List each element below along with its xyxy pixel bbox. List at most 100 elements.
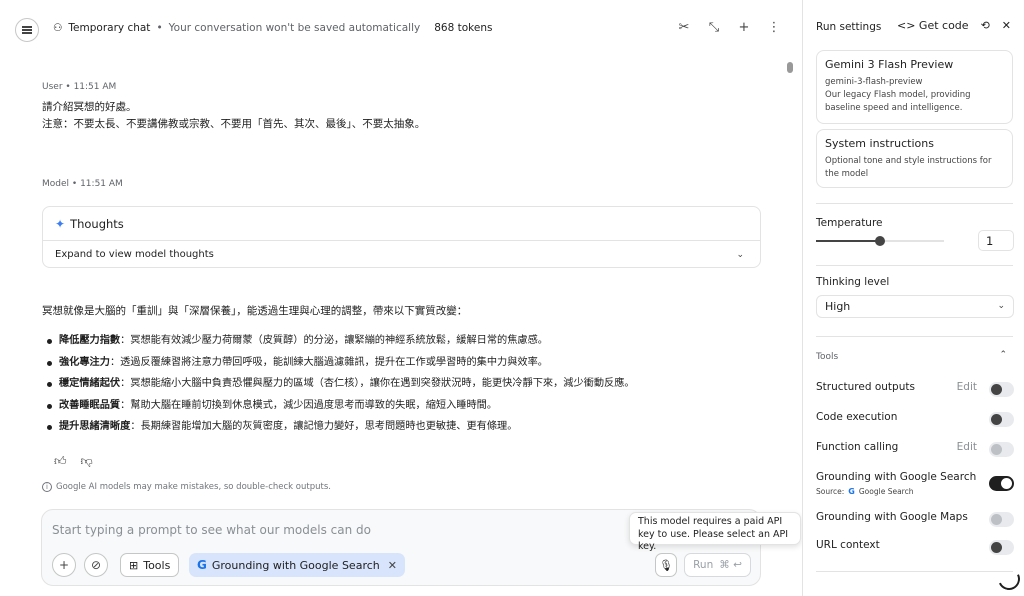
code-execution-toggle[interactable] xyxy=(989,412,1014,427)
temporary-chat-icon: ⚇ xyxy=(53,22,63,34)
tool-structured-outputs: Structured outputs Edit xyxy=(816,381,1014,397)
edit-structured-outputs-button[interactable]: Edit xyxy=(957,381,977,393)
tools-label: Tools xyxy=(143,558,171,572)
answer-list: 降低壓力指數：冥想能有效減少壓力荷爾蒙（皮質醇）的分泌，讓緊繃的神經系統放鬆，緩… xyxy=(47,330,635,438)
thinking-level-select[interactable]: High ⌄ xyxy=(816,295,1014,318)
google-logo-icon: G xyxy=(848,487,855,496)
temperature-slider-fill xyxy=(816,240,880,242)
new-chat-icon[interactable]: + xyxy=(736,20,752,35)
grounding-chip-label: Grounding with Google Search xyxy=(211,558,380,572)
more-options-icon[interactable]: ⋮ xyxy=(766,20,782,35)
tools-button[interactable]: ⊞ Tools xyxy=(120,553,180,577)
disclaimer: i Google AI models may make mistakes, so… xyxy=(42,482,331,492)
user-message-line: 請介紹冥想的好處。 xyxy=(42,101,137,113)
model-id: gemini-3-flash-preview xyxy=(825,77,923,87)
microphone-icon: 🎙︎ xyxy=(659,558,673,572)
source-label: Source: xyxy=(816,487,845,496)
chat-header: ⚇ Temporary chat • Your conversation won… xyxy=(0,0,790,58)
api-key-tooltip: This model requires a paid API key to us… xyxy=(629,512,801,552)
info-icon: i xyxy=(42,482,52,492)
grounding-maps-toggle[interactable] xyxy=(989,512,1014,527)
chevron-down-icon: ⌄ xyxy=(736,249,744,260)
system-instructions-title: System instructions xyxy=(825,137,934,150)
list-item-heading: 改善睡眠品質 xyxy=(59,399,121,411)
list-item: 穩定情緒起伏：冥想能縮小大腦中負責恐懼與壓力的區域（杏仁核），讓你在遇到突發狀況… xyxy=(47,373,635,395)
tool-label: Code execution xyxy=(816,411,898,423)
tune-icon: ⊘ xyxy=(90,558,102,572)
model-name: Gemini 3 Flash Preview xyxy=(825,58,954,71)
model-message-meta: Model • 11:51 AM xyxy=(42,179,123,189)
grounding-chip[interactable]: G Grounding with Google Search ✕ xyxy=(189,553,405,577)
answer-intro: 冥想就像是大腦的「重訓」與「深層保養」，能透過生理與心理的調整，帶來以下實質改變… xyxy=(42,305,468,317)
temperature-input[interactable]: 1 xyxy=(978,230,1014,251)
thumbs-down-icon[interactable]: 👎︎ xyxy=(81,454,93,469)
list-item-text: ：長期練習能增加大腦的灰質密度，讓記憶力變好，思考問題時也更敏捷、更有條理。 xyxy=(130,421,518,433)
collapse-icon[interactable]: ⤡ xyxy=(706,20,722,35)
tool-label: Function calling xyxy=(816,441,899,453)
system-instructions-card[interactable]: System instructions Optional tone and st… xyxy=(816,129,1013,188)
edit-function-calling-button[interactable]: Edit xyxy=(957,441,977,453)
expand-thoughts-button[interactable]: Expand to view model thoughts ⌄ xyxy=(43,241,760,268)
close-panel-icon[interactable]: ✕ xyxy=(1002,19,1011,32)
thumbs-up-icon[interactable]: 👍︎ xyxy=(54,454,67,469)
list-item: 改善睡眠品質：幫助大腦在睡前切換到休息模式，減少因過度思考而導致的失眠，縮短入睡… xyxy=(47,395,635,417)
grounding-search-toggle[interactable] xyxy=(989,476,1014,491)
disclaimer-text: Google AI models may make mistakes, so d… xyxy=(56,482,331,492)
tool-label: URL context xyxy=(816,539,880,551)
url-context-toggle[interactable] xyxy=(989,540,1014,555)
tools-grid-icon: ⊞ xyxy=(129,558,139,572)
reset-icon[interactable]: ⟲ xyxy=(981,19,990,32)
thoughts-header: ✦ Thoughts xyxy=(43,207,760,241)
list-item-text: ：透過反覆練習將注意力帶回呼吸，能訓練大腦過濾雜訊，提升在工作或學習時的集中力與… xyxy=(109,356,548,368)
user-message-line: 注意：不要太長、不要講佛教或宗教、不要用「首先、其次、最後」、不要太抽象。 xyxy=(42,118,426,130)
divider xyxy=(816,265,1013,266)
settings-toggle-button[interactable]: ⊘ xyxy=(84,553,108,577)
list-item-text: ：冥想能縮小大腦中負責恐懼與壓力的區域（杏仁核），讓你在遇到突發狀況時，能更快冷… xyxy=(120,378,635,390)
run-button[interactable]: Run ⌘ ↩ xyxy=(684,553,751,577)
get-code-button[interactable]: <> Get code xyxy=(897,19,969,32)
divider xyxy=(816,203,1013,204)
microphone-button[interactable]: 🎙︎ xyxy=(655,553,677,577)
panel-actions: <> Get code ⟲ ✕ xyxy=(897,19,1011,32)
tool-grounding-maps: Grounding with Google Maps xyxy=(816,511,1014,527)
chat-title-bar: ⚇ Temporary chat • Your conversation won… xyxy=(53,22,492,34)
chevron-up-icon[interactable]: ⌃ xyxy=(999,350,1007,360)
list-item: 降低壓力指數：冥想能有效減少壓力荷爾蒙（皮質醇）的分泌，讓緊繃的神經系統放鬆，緩… xyxy=(47,330,635,352)
add-media-button[interactable]: + xyxy=(52,553,76,577)
run-settings-panel: Run settings <> Get code ⟲ ✕ Gemini 3 Fl… xyxy=(802,0,1024,596)
run-shortcut: ⌘ ↩ xyxy=(719,559,742,571)
function-calling-toggle[interactable] xyxy=(989,442,1014,457)
model-selector-card[interactable]: Gemini 3 Flash Preview gemini-3-flash-pr… xyxy=(816,50,1013,124)
divider xyxy=(816,336,1013,337)
google-logo-icon: G xyxy=(197,558,207,572)
user-message-meta: User • 11:51 AM xyxy=(42,82,117,92)
user-message: 請介紹冥想的好處。 注意：不要太長、不要講佛教或宗教、不要用「首先、其次、最後」… xyxy=(42,99,425,133)
chat-subtitle: Your conversation won't be saved automat… xyxy=(168,22,421,34)
close-icon[interactable]: ✕ xyxy=(388,559,397,572)
plus-circle-icon: + xyxy=(58,558,70,572)
list-item-heading: 穩定情緒起伏 xyxy=(59,378,121,390)
tool-code-execution: Code execution xyxy=(816,411,1014,427)
chat-scrollbar[interactable] xyxy=(787,62,793,73)
list-item-text: ：冥想能有效減少壓力荷爾蒙（皮質醇）的分泌，讓緊繃的神經系統放鬆，緩解日常的焦慮… xyxy=(120,335,548,346)
run-label: Run xyxy=(693,559,714,571)
separator-dot: • xyxy=(156,22,163,34)
tools-section-label: Tools xyxy=(816,352,839,362)
list-item: 提升思緒清晰度：長期練習能增加大腦的灰質密度，讓記憶力變好，思考問題時也更敏捷、… xyxy=(47,416,635,438)
expand-thoughts-label: Expand to view model thoughts xyxy=(55,249,214,260)
menu-icon[interactable] xyxy=(15,18,39,42)
list-item: 強化專注力：透過反覆練習將注意力帶回呼吸，能訓練大腦過濾雜訊，提升在工作或學習時… xyxy=(47,352,635,374)
tool-label: Grounding with Google Search xyxy=(816,471,977,483)
tool-url-context: URL context xyxy=(816,539,1014,555)
tool-grounding-search: Grounding with Google Search xyxy=(816,471,1014,491)
prompt-input[interactable] xyxy=(52,523,612,537)
temperature-slider-handle[interactable] xyxy=(875,236,885,246)
model-role-label: Model xyxy=(42,179,70,189)
model-description: Our legacy Flash model, providing baseli… xyxy=(825,90,971,113)
tool-label: Grounding with Google Maps xyxy=(816,511,968,523)
compare-icon[interactable]: ✂ xyxy=(676,20,692,35)
header-actions: ✂ ⤡ + ⋮ xyxy=(676,20,782,35)
get-code-label: Get code xyxy=(918,19,969,32)
structured-outputs-toggle[interactable] xyxy=(989,382,1014,397)
chat-title: Temporary chat xyxy=(68,22,151,34)
